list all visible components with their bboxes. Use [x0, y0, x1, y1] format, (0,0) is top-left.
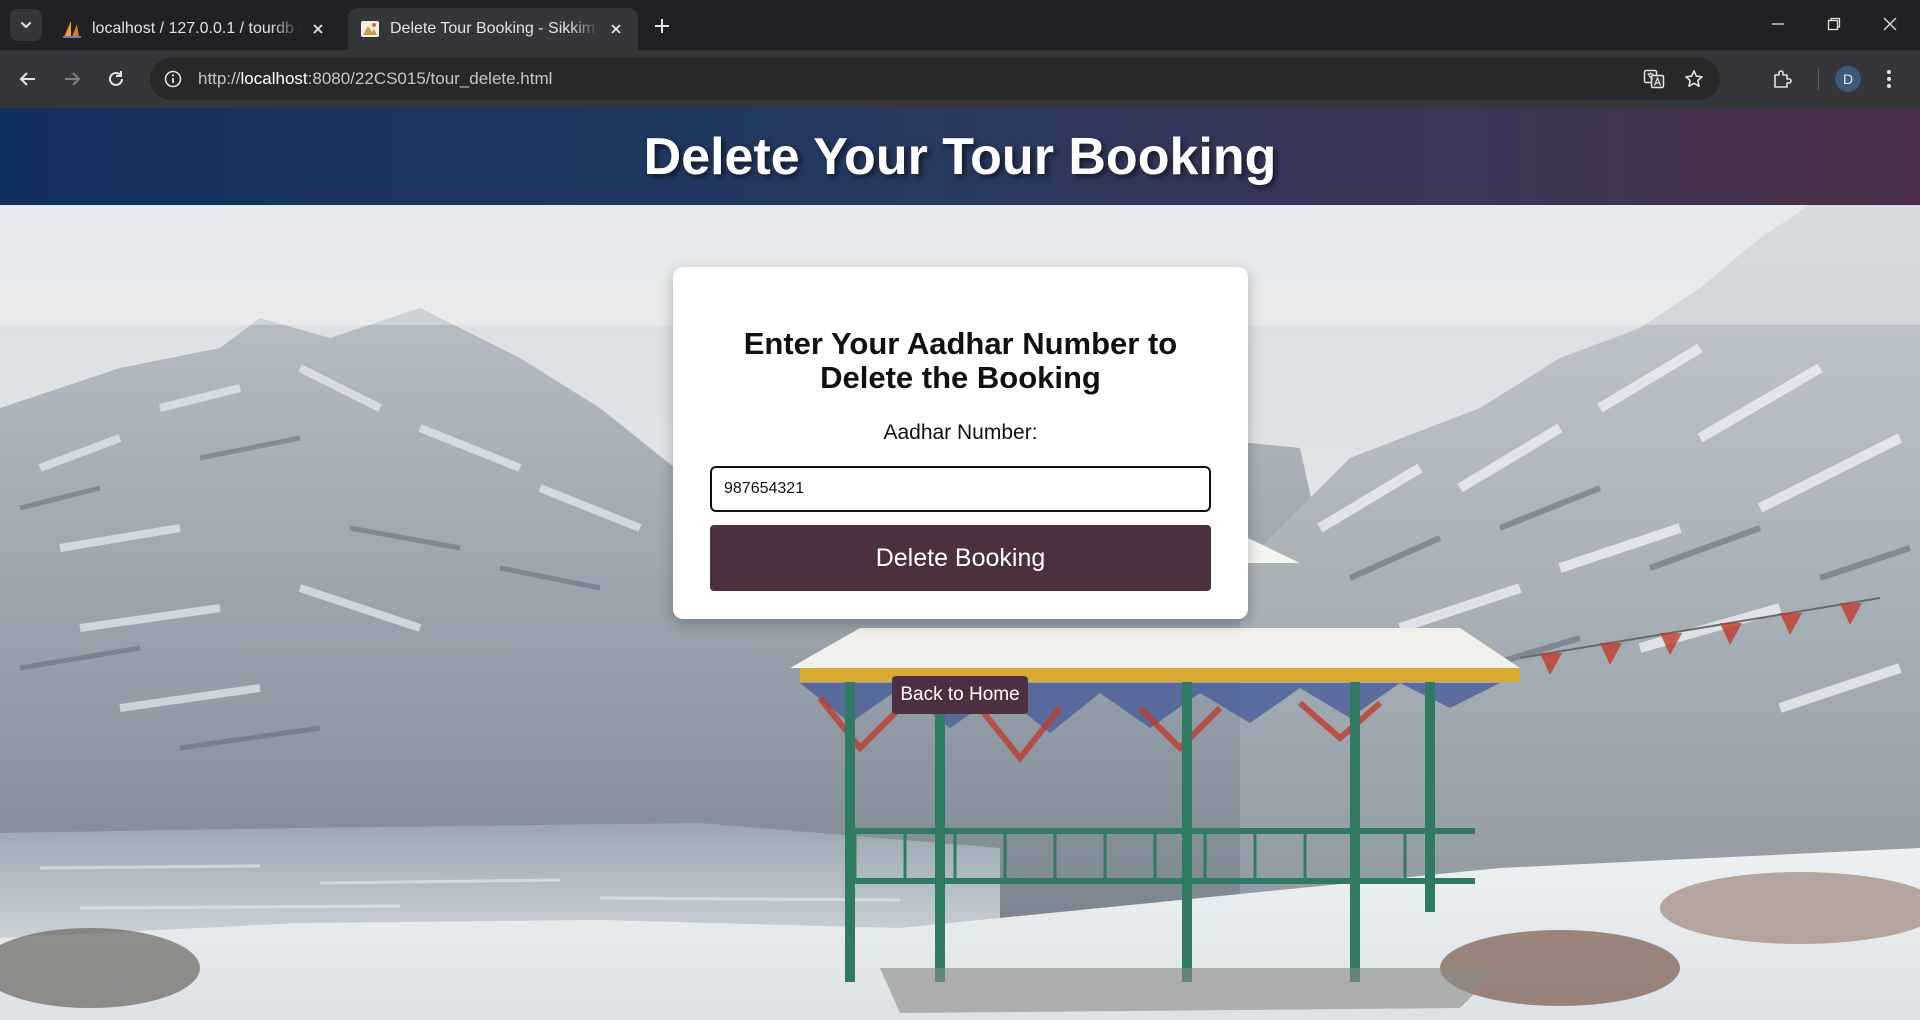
close-icon[interactable] — [308, 19, 328, 39]
browser-tab-strip: localhost / 127.0.0.1 / tourdb / t Delet… — [0, 0, 1920, 50]
tab-title: localhost / 127.0.0.1 / tourdb / t — [92, 20, 302, 37]
reload-icon — [109, 71, 123, 86]
tab-title: Delete Tour Booking - Sikkim To — [390, 20, 600, 37]
plus-icon — [655, 19, 669, 33]
page-photo-icon — [361, 21, 379, 37]
form-heading: Enter Your Aadhar Number to Delete the B… — [743, 326, 1178, 395]
forward-button[interactable] — [56, 63, 88, 95]
profile-avatar[interactable]: D — [1835, 66, 1861, 92]
chevron-down-icon — [21, 22, 31, 29]
minimize-button[interactable] — [1750, 0, 1806, 48]
reload-button[interactable] — [100, 63, 132, 95]
close-window-button[interactable] — [1862, 0, 1918, 48]
page-viewport: Delete Your Tour Booking Enter Your Aadh… — [0, 108, 1920, 1020]
aadhar-number-label: Aadhar Number: — [883, 421, 1038, 444]
back-to-home-button[interactable]: Back to Home — [892, 676, 1028, 714]
more-menu-icon[interactable] — [1869, 59, 1909, 99]
close-icon — [1883, 17, 1897, 31]
url-text: http://localhost:8080/22CS015/tour_delet… — [198, 69, 553, 88]
page-title: Delete Your Tour Booking — [643, 127, 1277, 186]
page-header: Delete Your Tour Booking — [0, 108, 1920, 205]
delete-booking-form-card: Enter Your Aadhar Number to Delete the B… — [673, 267, 1248, 619]
browser-toolbar: http://localhost:8080/22CS015/tour_delet… — [0, 50, 1920, 108]
translate-icon[interactable] — [1634, 59, 1674, 99]
delete-booking-button[interactable]: Delete Booking — [710, 525, 1211, 591]
arrow-right-icon — [65, 72, 81, 86]
restore-button[interactable] — [1806, 0, 1862, 48]
toolbar-divider — [1818, 68, 1819, 90]
close-icon[interactable] — [606, 19, 626, 39]
aadhar-number-input[interactable] — [710, 466, 1211, 512]
tab-phpmyadmin[interactable]: localhost / 127.0.0.1 / tourdb / t — [50, 8, 340, 50]
address-bar[interactable]: http://localhost:8080/22CS015/tour_delet… — [150, 58, 1720, 100]
bookmark-star-icon[interactable] — [1674, 59, 1714, 99]
tab-search-button[interactable] — [10, 9, 42, 41]
extensions-puzzle-icon[interactable] — [1762, 59, 1802, 99]
minimize-icon — [1772, 23, 1784, 25]
back-button[interactable] — [12, 63, 44, 95]
new-tab-button[interactable] — [648, 12, 676, 40]
arrow-left-icon — [19, 72, 35, 86]
tab-delete-tour-booking[interactable]: Delete Tour Booking - Sikkim To — [348, 8, 638, 50]
site-info-icon[interactable] — [158, 64, 188, 94]
phpmyadmin-sail-icon — [63, 21, 81, 38]
restore-icon — [1827, 17, 1841, 31]
